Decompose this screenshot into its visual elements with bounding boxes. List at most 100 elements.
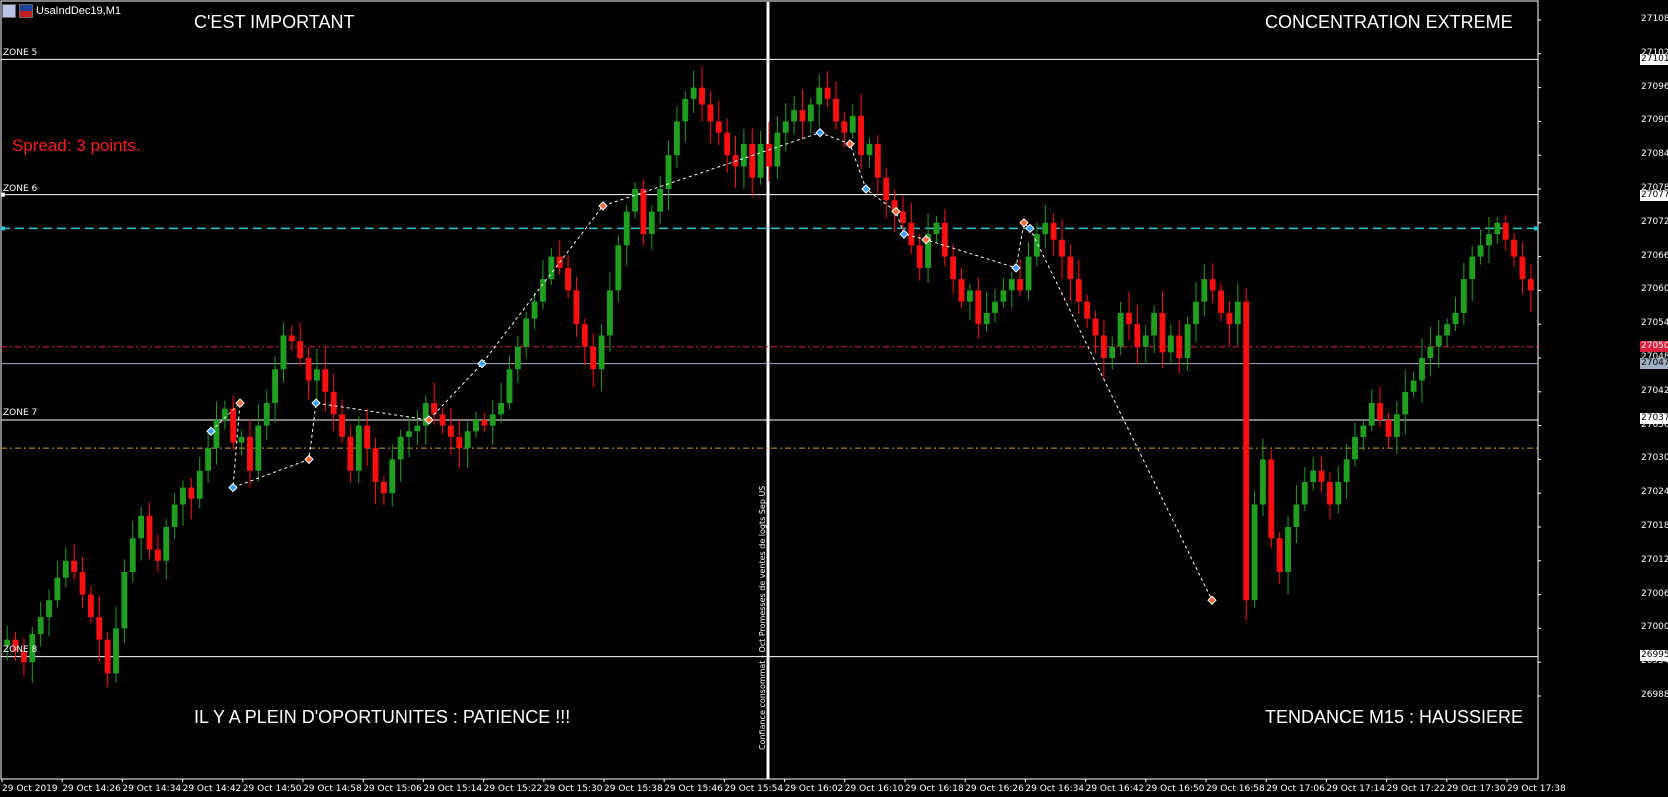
candle-body bbox=[255, 425, 262, 471]
candle-body bbox=[941, 222, 948, 257]
candle-body bbox=[355, 425, 362, 471]
candle-body bbox=[866, 143, 873, 156]
candle-body bbox=[447, 425, 454, 437]
candle-body bbox=[330, 391, 337, 415]
text-top-left: C'EST IMPORTANT bbox=[194, 12, 355, 32]
candle-body bbox=[205, 448, 212, 471]
candle-body bbox=[1477, 245, 1484, 257]
time-axis-label: 29 Oct 14:50 bbox=[242, 784, 302, 794]
candle-body bbox=[1067, 256, 1074, 280]
candle-body bbox=[1134, 324, 1141, 347]
candle-body bbox=[1385, 419, 1392, 437]
candle-body bbox=[900, 211, 906, 223]
price-chart[interactable] bbox=[0, 0, 1668, 797]
candle-body bbox=[724, 132, 731, 156]
candle-body bbox=[1410, 380, 1417, 392]
event-vertical-label: Confiance consommat - Oct Promesses de v… bbox=[758, 485, 767, 750]
candle-body bbox=[230, 408, 237, 443]
price-axis-label: 27030 bbox=[1641, 453, 1668, 464]
candle-body bbox=[1310, 470, 1317, 482]
candle-body bbox=[1285, 527, 1291, 573]
candle-body bbox=[1527, 279, 1534, 291]
candle-body bbox=[347, 436, 354, 471]
candle-body bbox=[247, 436, 253, 471]
price-axis-label: 27018 bbox=[1641, 521, 1668, 531]
candle-body bbox=[657, 189, 664, 212]
time-axis-label: 29 Oct 17:14 bbox=[1326, 784, 1386, 794]
candle-body bbox=[263, 403, 270, 426]
candle-body bbox=[1393, 414, 1400, 437]
candle-body bbox=[1017, 279, 1024, 291]
time-axis-label: 29 Oct 14:42 bbox=[182, 784, 242, 794]
candle-body bbox=[1159, 312, 1166, 353]
candle-body bbox=[992, 301, 998, 313]
chart-window[interactable]: UsaIndDec19,M1 C'EST IMPORTANT CONCENTRA… bbox=[0, 0, 1668, 797]
candle-body bbox=[87, 594, 94, 618]
candle-body bbox=[79, 572, 86, 595]
candle-body bbox=[883, 177, 890, 201]
candle-body bbox=[439, 414, 446, 426]
time-axis-label: 29 Oct 15:54 bbox=[724, 784, 784, 794]
candle-body bbox=[473, 419, 479, 432]
candle-body bbox=[590, 346, 597, 370]
candle-body bbox=[849, 115, 856, 133]
price-axis-label: 27024 bbox=[1641, 487, 1668, 498]
candle-body bbox=[188, 487, 195, 499]
price-axis-label: 27060 bbox=[1641, 284, 1668, 295]
candle-body bbox=[280, 335, 287, 370]
candle-body bbox=[1444, 324, 1451, 336]
candle-body bbox=[104, 639, 111, 674]
candle-body bbox=[397, 436, 404, 460]
price-axis-label: 26988 bbox=[1641, 690, 1668, 700]
flag-icon bbox=[19, 3, 33, 18]
candle-body bbox=[1402, 391, 1409, 415]
candle-body bbox=[1100, 335, 1107, 358]
candle-body bbox=[1377, 403, 1384, 420]
time-axis-label: 29 Oct 16:10 bbox=[844, 784, 904, 794]
candle-body bbox=[1511, 239, 1518, 257]
time-axis-label: 29 Oct 17:38 bbox=[1507, 784, 1566, 794]
candle-body bbox=[1184, 324, 1191, 358]
candle-body bbox=[774, 132, 781, 167]
candle-body bbox=[1209, 279, 1216, 291]
candle-body bbox=[950, 256, 957, 280]
candle-body bbox=[1293, 504, 1300, 527]
candle-body bbox=[71, 560, 78, 573]
candle-body bbox=[1427, 346, 1434, 358]
candle-body bbox=[1234, 301, 1241, 325]
candle-body bbox=[540, 279, 546, 302]
cyan-right-marker bbox=[1534, 226, 1538, 231]
candle-body bbox=[288, 335, 295, 342]
swing-point-marker bbox=[598, 201, 608, 211]
candle-body bbox=[37, 617, 44, 635]
candle-body bbox=[414, 425, 421, 432]
candle-body bbox=[565, 267, 572, 291]
swing-point-marker bbox=[228, 482, 238, 493]
candle-body bbox=[1151, 312, 1158, 336]
candle-body bbox=[983, 312, 990, 325]
zone5-price-tag: 27101 bbox=[1640, 54, 1668, 65]
candle-body bbox=[699, 87, 705, 105]
candle-body bbox=[456, 436, 463, 449]
time-axis-label: 29 Oct 15:30 bbox=[543, 784, 603, 794]
time-axis-label: 29 Oct 16:42 bbox=[1085, 784, 1145, 794]
candle-body bbox=[372, 448, 379, 482]
candle-body bbox=[640, 189, 647, 235]
candle-body bbox=[807, 104, 814, 122]
candle-body bbox=[874, 143, 881, 178]
candle-body bbox=[171, 504, 178, 527]
chart-window-icon bbox=[2, 3, 16, 18]
candle-body bbox=[196, 470, 203, 499]
price-axis-label: 27066 bbox=[1641, 250, 1668, 261]
candle-body bbox=[1435, 335, 1442, 347]
candle-body bbox=[1318, 470, 1325, 482]
candle-body bbox=[1226, 312, 1233, 325]
candle-body bbox=[623, 211, 630, 246]
text-bottom-left: IL Y A PLEIN D'OPORTUNITES : PATIENCE !!… bbox=[194, 707, 571, 727]
candle-body bbox=[1109, 346, 1116, 358]
candle-body bbox=[121, 572, 128, 629]
candle-body bbox=[690, 87, 697, 99]
candle-body bbox=[816, 87, 823, 105]
candle-body bbox=[62, 560, 69, 578]
candle-body bbox=[908, 222, 915, 246]
